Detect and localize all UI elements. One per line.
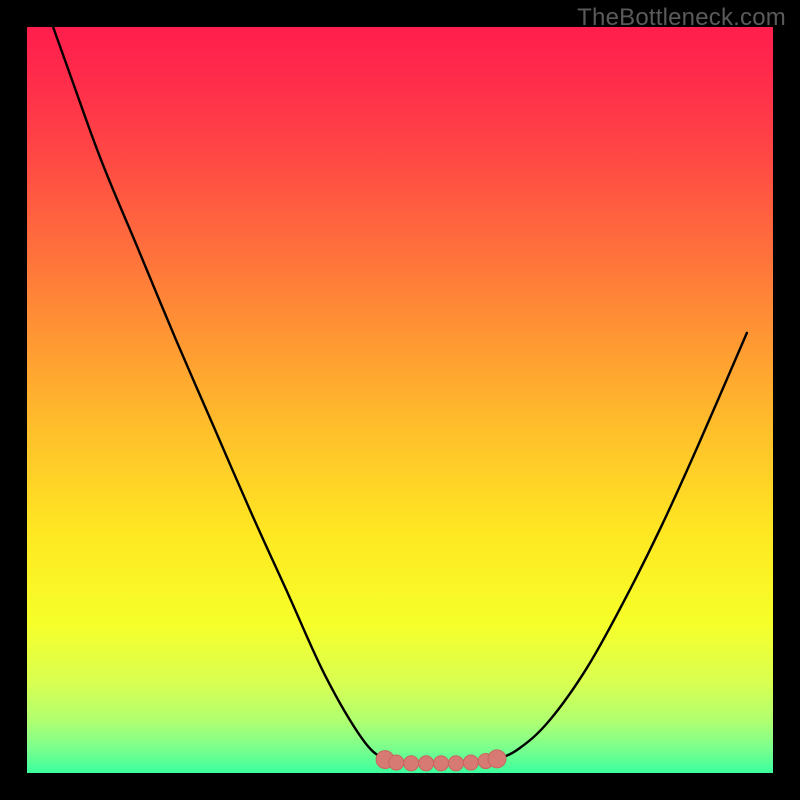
watermark-text: TheBottleneck.com: [577, 4, 786, 32]
optimal-marker: [404, 756, 419, 771]
bottleneck-chart: TheBottleneck.com: [0, 0, 800, 800]
chart-svg: [0, 0, 800, 800]
chart-plot-area: [27, 27, 773, 773]
optimal-marker: [463, 755, 478, 770]
optimal-marker: [488, 750, 506, 768]
optimal-marker: [448, 756, 463, 771]
optimal-marker: [389, 755, 404, 770]
optimal-marker: [434, 756, 449, 771]
optimal-marker: [419, 756, 434, 771]
